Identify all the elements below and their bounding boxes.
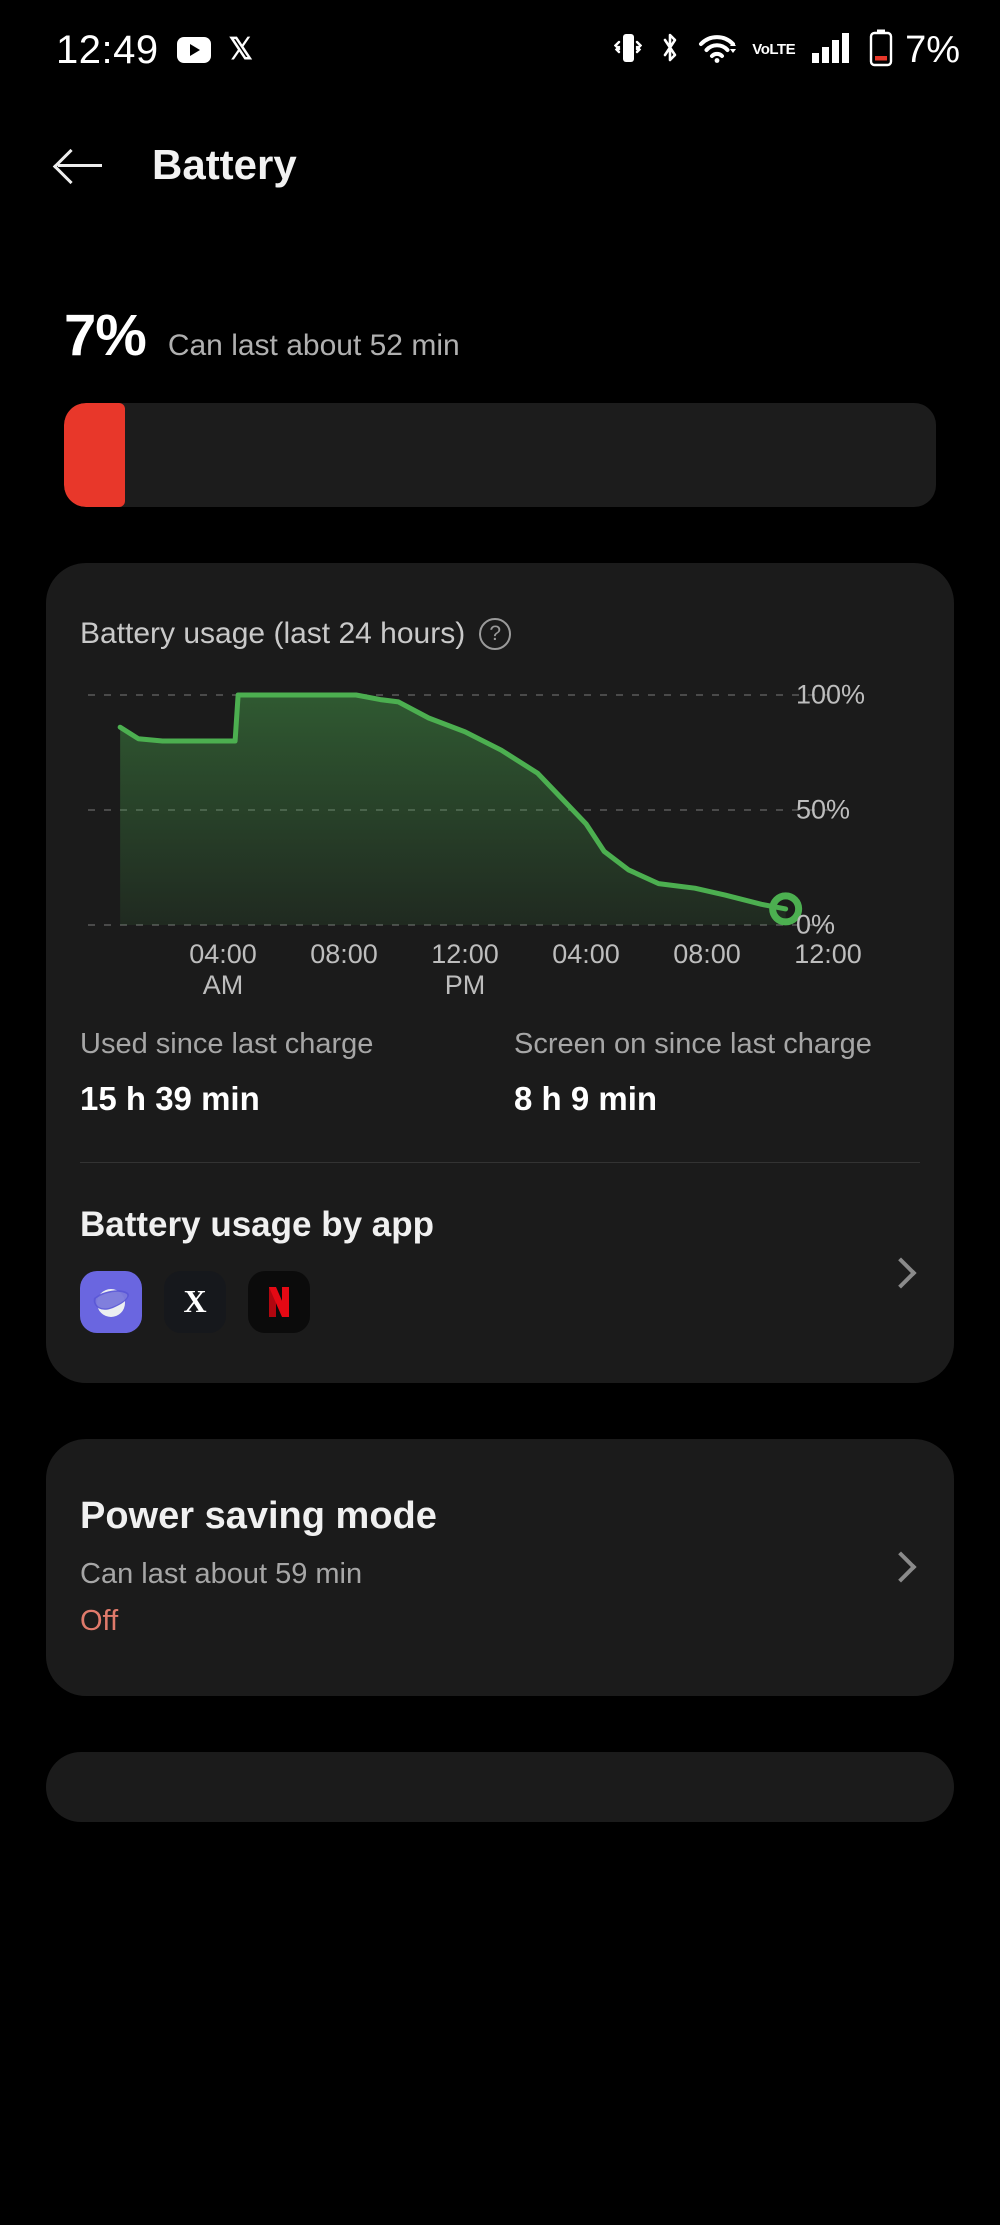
chart-x-tick-time: 12:00 xyxy=(431,939,499,969)
battery-usage-chart: 100% 50% 0% 04:00 AM 08:00 12:00 PM 04:00 08:00 1… xyxy=(80,679,920,1000)
battery-level-row: 7% Can last about 52 min xyxy=(64,302,936,369)
vibrate-icon xyxy=(614,31,643,70)
chart-x-tick-meridiem: AM xyxy=(202,970,244,1000)
battery-time-estimate: Can last about 52 min xyxy=(167,329,460,362)
stat-label: Screen on since last charge xyxy=(514,1028,872,1060)
back-arrow-icon[interactable] xyxy=(56,141,104,189)
stat-screen-on-since-last-charge: Screen on since last charge 8 h 9 min xyxy=(514,1027,920,1118)
power-saving-mode-title: Power saving mode xyxy=(80,1494,437,1537)
status-bar-right: VoLTE 7% xyxy=(614,29,960,72)
usage-card-header: Battery usage (last 24 hours) ? 100% 50% 0… xyxy=(46,563,954,1000)
usage-card-title: Battery usage (last 24 hours) xyxy=(80,617,466,650)
next-card-partial[interactable] xyxy=(46,1751,954,1822)
chart-y-tick: 0% xyxy=(796,909,836,940)
youtube-icon xyxy=(176,37,211,63)
chart-x-tick: 04:00 xyxy=(552,939,620,970)
signal-icon xyxy=(811,31,853,70)
x-notification-icon: 𝕏 xyxy=(228,33,253,66)
page-title: Battery xyxy=(152,141,297,188)
bluetooth-icon xyxy=(658,31,682,70)
battery-chart-svg xyxy=(88,692,828,926)
app-icon-list: X xyxy=(80,1270,920,1333)
status-battery-percent: 7% xyxy=(905,28,960,71)
chart-y-tick: 100% xyxy=(796,679,866,710)
chart-x-tick-time: 12:00 xyxy=(794,939,862,969)
wifi-icon xyxy=(698,31,737,70)
power-saving-mode-card[interactable]: Power saving mode Can last about 59 min … xyxy=(46,1438,954,1696)
app-bar: Battery xyxy=(0,100,1000,230)
battery-progress-fill xyxy=(64,403,126,507)
power-saving-mode-row[interactable]: Power saving mode Can last about 59 min … xyxy=(46,1439,954,1696)
battery-progress-track xyxy=(64,403,936,507)
chart-x-tick: 12:00 PM xyxy=(431,939,499,1001)
battery-level-section: 7% Can last about 52 min xyxy=(0,230,1000,507)
netflix-app-icon[interactable] xyxy=(248,1270,310,1333)
status-bar: 12:49 𝕏 VoLTE 7% xyxy=(0,0,1000,100)
chart-x-tick-meridiem: PM xyxy=(444,970,486,1000)
stat-value: 15 h 39 min xyxy=(80,1079,260,1117)
chart-x-tick-time: 04:00 xyxy=(552,939,620,969)
stat-used-since-last-charge: Used since last charge 15 h 39 min xyxy=(80,1027,486,1118)
stat-label: Used since last charge xyxy=(80,1028,374,1060)
help-icon[interactable]: ? xyxy=(479,618,512,650)
power-saving-mode-state: Off xyxy=(80,1604,119,1637)
chart-y-tick: 50% xyxy=(796,794,851,825)
volte-icon: VoLTE xyxy=(752,41,796,58)
battery-usage-by-app-row[interactable]: Battery usage by app X xyxy=(46,1163,954,1383)
status-bar-left: 12:49 𝕏 xyxy=(56,28,253,73)
x-app-icon[interactable]: X xyxy=(164,1270,226,1333)
battery-usage-by-app-label: Battery usage by app xyxy=(80,1204,434,1244)
chart-y-axis: 100% 50% 0% xyxy=(796,679,906,940)
chart-x-tick: 04:00 AM xyxy=(189,939,257,1001)
chart-x-tick: 08:00 xyxy=(673,939,741,970)
chart-x-axis: 04:00 AM 08:00 12:00 PM 04:00 08:00 12:00 xyxy=(88,939,862,1029)
status-clock: 12:49 xyxy=(56,27,159,72)
chart-x-tick: 12:00 xyxy=(794,939,862,970)
stat-value: 8 h 9 min xyxy=(514,1079,658,1117)
chart-x-tick-time: 08:00 xyxy=(310,939,378,969)
battery-percent-large: 7% xyxy=(64,303,147,368)
battery-icon xyxy=(869,29,893,72)
chart-x-tick: 08:00 xyxy=(310,939,378,970)
chart-x-tick-time: 08:00 xyxy=(673,939,741,969)
samsung-internet-icon[interactable] xyxy=(80,1270,142,1333)
power-saving-mode-estimate: Can last about 59 min xyxy=(80,1557,363,1590)
chart-x-tick-time: 04:00 xyxy=(189,939,257,969)
battery-usage-card: Battery usage (last 24 hours) ? 100% 50% 0… xyxy=(46,563,954,1383)
usage-card-title-row: Battery usage (last 24 hours) ? xyxy=(80,617,920,651)
